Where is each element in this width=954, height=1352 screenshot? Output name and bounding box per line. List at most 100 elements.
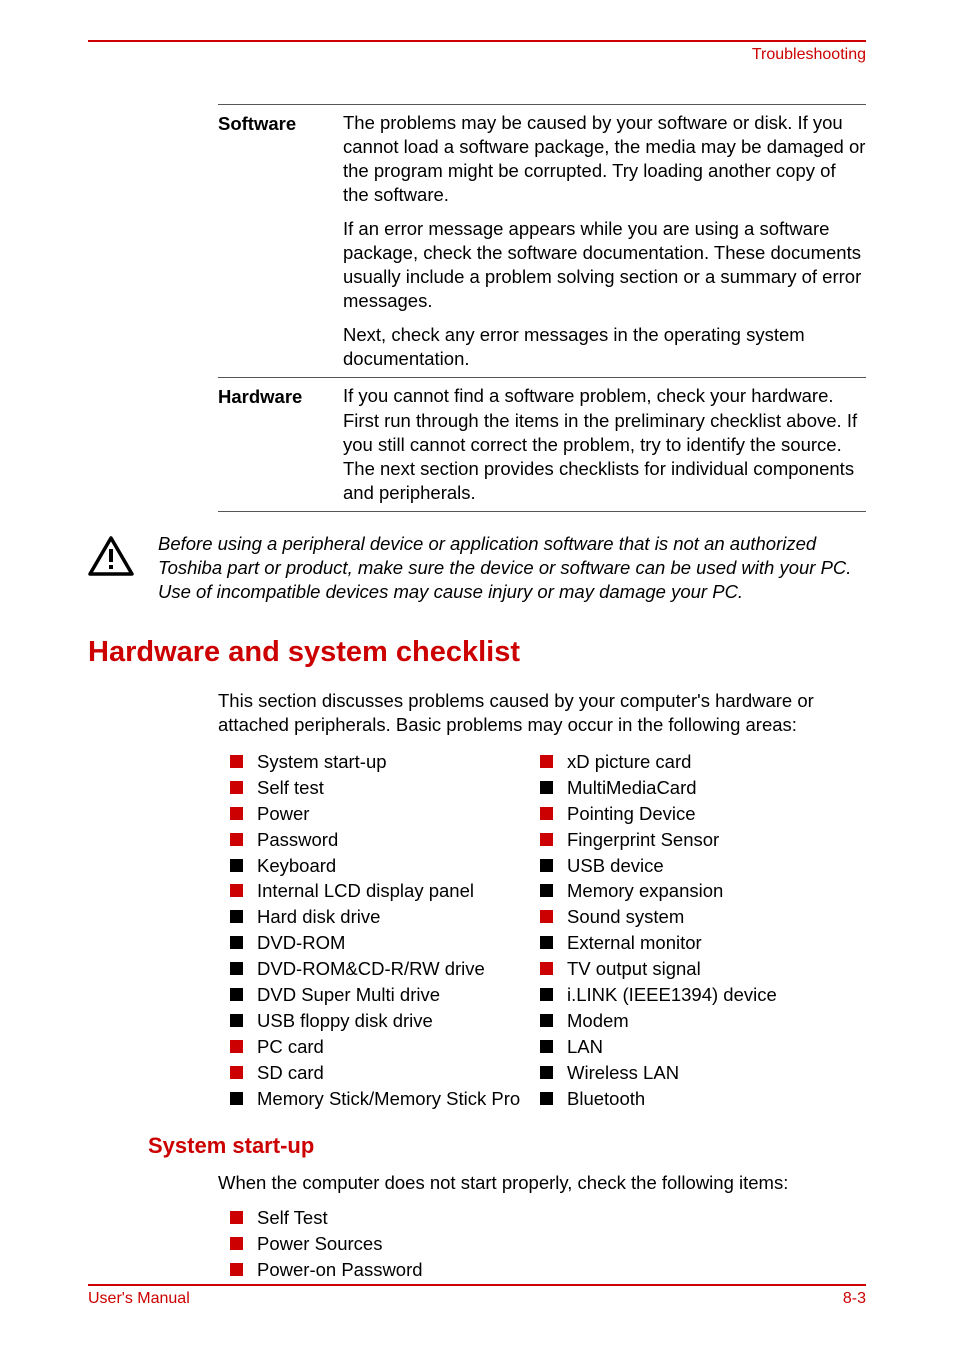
caution-block: Before using a peripheral device or appl… — [88, 532, 866, 604]
list-label: External monitor — [567, 930, 702, 956]
list-label: Self Test — [257, 1205, 328, 1231]
list-item: xD picture card — [540, 749, 850, 775]
bullet-icon — [230, 807, 243, 820]
bullet-icon — [540, 1014, 553, 1027]
list-item: Self Test — [230, 1205, 866, 1231]
list-label: Pointing Device — [567, 801, 696, 827]
bullet-icon — [230, 859, 243, 872]
subsection-list: Self Test Power Sources Power-on Passwor… — [230, 1205, 866, 1283]
checklist-left: System start-up Self test Power Password… — [230, 749, 540, 1111]
list-item: Internal LCD display panel — [230, 878, 540, 904]
bullet-icon — [230, 1040, 243, 1053]
bullet-icon — [230, 962, 243, 975]
list-item: Password — [230, 827, 540, 853]
bullet-icon — [540, 884, 553, 897]
list-label: Self test — [257, 775, 324, 801]
software-para-1: The problems may be caused by your softw… — [343, 111, 866, 207]
bullet-icon — [230, 1211, 243, 1224]
list-label: DVD-ROM — [257, 930, 345, 956]
section-heading: Hardware and system checklist — [88, 636, 866, 669]
bullet-icon — [230, 1014, 243, 1027]
bullet-icon — [540, 1092, 553, 1105]
bullet-icon — [230, 1092, 243, 1105]
definition-term-software: Software — [218, 111, 343, 371]
bullet-icon — [230, 781, 243, 794]
bullet-icon — [230, 755, 243, 768]
hardware-para-1: If you cannot find a software problem, c… — [343, 384, 866, 504]
list-label: Internal LCD display panel — [257, 878, 474, 904]
bullet-icon — [540, 755, 553, 768]
list-item: Sound system — [540, 904, 850, 930]
list-item: LAN — [540, 1034, 850, 1060]
list-label: Fingerprint Sensor — [567, 827, 719, 853]
subsection-intro: When the computer does not start properl… — [218, 1171, 866, 1195]
section-intro: This section discusses problems caused b… — [218, 689, 866, 737]
list-item: Modem — [540, 1008, 850, 1034]
list-label: LAN — [567, 1034, 603, 1060]
footer-left: User's Manual — [88, 1290, 190, 1308]
list-item: External monitor — [540, 930, 850, 956]
bullet-icon — [230, 988, 243, 1001]
caution-text: Before using a peripheral device or appl… — [158, 532, 866, 604]
list-label: DVD Super Multi drive — [257, 982, 440, 1008]
list-label: Sound system — [567, 904, 684, 930]
list-item: Self test — [230, 775, 540, 801]
list-item: Bluetooth — [540, 1086, 850, 1112]
footer-right: 8-3 — [843, 1290, 866, 1308]
list-item: DVD Super Multi drive — [230, 982, 540, 1008]
bullet-icon — [540, 781, 553, 794]
footer-rule — [88, 1284, 866, 1286]
list-item: Memory Stick/Memory Stick Pro — [230, 1086, 540, 1112]
list-label: DVD-ROM&CD-R/RW drive — [257, 956, 485, 982]
list-label: Memory Stick/Memory Stick Pro — [257, 1086, 520, 1112]
list-item: Power-on Password — [230, 1257, 866, 1283]
list-item: Keyboard — [230, 853, 540, 879]
list-label: Bluetooth — [567, 1086, 645, 1112]
software-para-2: If an error message appears while you ar… — [343, 217, 866, 313]
bullet-icon — [540, 1040, 553, 1053]
bullet-icon — [540, 988, 553, 1001]
checklist-columns: System start-up Self test Power Password… — [230, 749, 866, 1111]
list-item: Memory expansion — [540, 878, 850, 904]
list-label: Hard disk drive — [257, 904, 380, 930]
page-footer: User's Manual 8-3 — [88, 1284, 866, 1308]
bullet-icon — [230, 910, 243, 923]
list-item: DVD-ROM&CD-R/RW drive — [230, 956, 540, 982]
list-label: Power — [257, 801, 309, 827]
bullet-icon — [540, 807, 553, 820]
list-label: USB floppy disk drive — [257, 1008, 433, 1034]
bullet-icon — [230, 1263, 243, 1276]
list-label: USB device — [567, 853, 664, 879]
list-item: i.LINK (IEEE1394) device — [540, 982, 850, 1008]
caution-icon — [88, 536, 134, 576]
list-label: Power Sources — [257, 1231, 382, 1257]
list-label: i.LINK (IEEE1394) device — [567, 982, 777, 1008]
list-item: Pointing Device — [540, 801, 850, 827]
bullet-icon — [540, 833, 553, 846]
definition-row-software: Software The problems may be caused by y… — [218, 104, 866, 377]
bullet-icon — [230, 1237, 243, 1250]
list-label: Wireless LAN — [567, 1060, 679, 1086]
definition-desc-software: The problems may be caused by your softw… — [343, 111, 866, 371]
subsection-heading: System start-up — [148, 1133, 866, 1159]
list-label: Power-on Password — [257, 1257, 423, 1283]
list-item: USB device — [540, 853, 850, 879]
bullet-icon — [540, 859, 553, 872]
list-item: SD card — [230, 1060, 540, 1086]
list-label: xD picture card — [567, 749, 691, 775]
list-item: PC card — [230, 1034, 540, 1060]
list-label: MultiMediaCard — [567, 775, 697, 801]
definition-desc-hardware: If you cannot find a software problem, c… — [343, 384, 866, 504]
header-rule — [88, 40, 866, 42]
list-label: Password — [257, 827, 338, 853]
definition-list: Software The problems may be caused by y… — [218, 104, 866, 512]
bullet-icon — [230, 833, 243, 846]
list-label: Modem — [567, 1008, 629, 1034]
bullet-icon — [230, 884, 243, 897]
list-item: Power Sources — [230, 1231, 866, 1257]
list-item: Hard disk drive — [230, 904, 540, 930]
list-label: PC card — [257, 1034, 324, 1060]
list-label: Memory expansion — [567, 878, 723, 904]
bullet-icon — [540, 910, 553, 923]
software-para-3: Next, check any error messages in the op… — [343, 323, 866, 371]
